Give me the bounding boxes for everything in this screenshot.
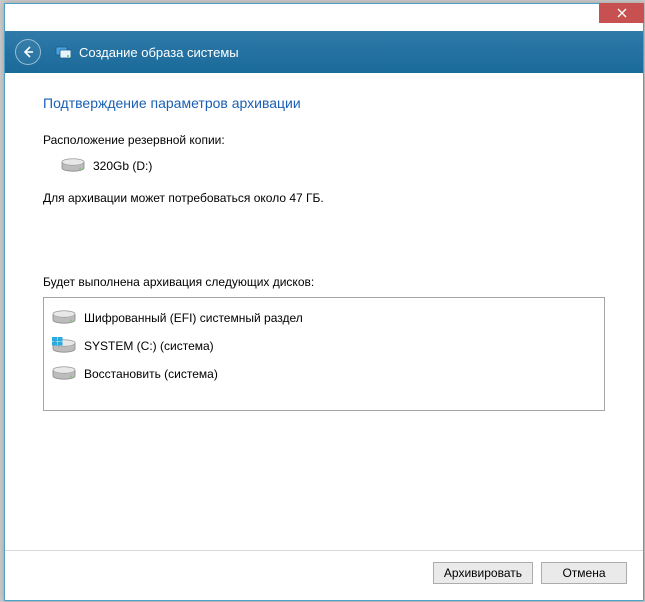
list-item: Восстановить (система) bbox=[52, 360, 596, 388]
back-button[interactable] bbox=[15, 39, 41, 65]
cancel-button[interactable]: Отмена bbox=[541, 562, 627, 584]
disk-name: SYSTEM (C:) (система) bbox=[84, 339, 214, 353]
list-item: SYSTEM (C:) (система) bbox=[52, 332, 596, 360]
wizard-content: Подтверждение параметров архивации Распо… bbox=[5, 73, 643, 550]
close-icon bbox=[617, 8, 627, 18]
hdd-icon bbox=[52, 309, 76, 327]
system-image-icon bbox=[55, 44, 71, 60]
backup-location-label: Расположение резервной копии: bbox=[43, 133, 605, 147]
hdd-icon bbox=[52, 365, 76, 383]
disk-name: Восстановить (система) bbox=[84, 367, 218, 381]
disk-list-label: Будет выполнена архивация следующих диск… bbox=[43, 275, 605, 289]
list-item: Шифрованный (EFI) системный раздел bbox=[52, 304, 596, 332]
wizard-title: Создание образа системы bbox=[79, 45, 239, 60]
wizard-window: Создание образа системы Подтверждение па… bbox=[4, 3, 644, 601]
arrow-left-icon bbox=[21, 45, 35, 59]
wizard-footer: Архивировать Отмена bbox=[5, 550, 643, 595]
page-subtitle: Подтверждение параметров архивации bbox=[43, 95, 605, 111]
disk-list: Шифрованный (EFI) системный раздел SYSTE… bbox=[43, 297, 605, 411]
wizard-header: Создание образа системы bbox=[5, 31, 643, 73]
backup-drive-row: 320Gb (D:) bbox=[61, 157, 605, 175]
close-button[interactable] bbox=[599, 3, 644, 23]
backup-drive-name: 320Gb (D:) bbox=[93, 159, 152, 173]
windows-hdd-icon bbox=[52, 337, 76, 355]
archive-button[interactable]: Архивировать bbox=[433, 562, 533, 584]
hdd-icon bbox=[61, 157, 85, 175]
size-info: Для архивации может потребоваться около … bbox=[43, 191, 605, 205]
titlebar bbox=[5, 4, 643, 31]
disk-name: Шифрованный (EFI) системный раздел bbox=[84, 311, 303, 325]
